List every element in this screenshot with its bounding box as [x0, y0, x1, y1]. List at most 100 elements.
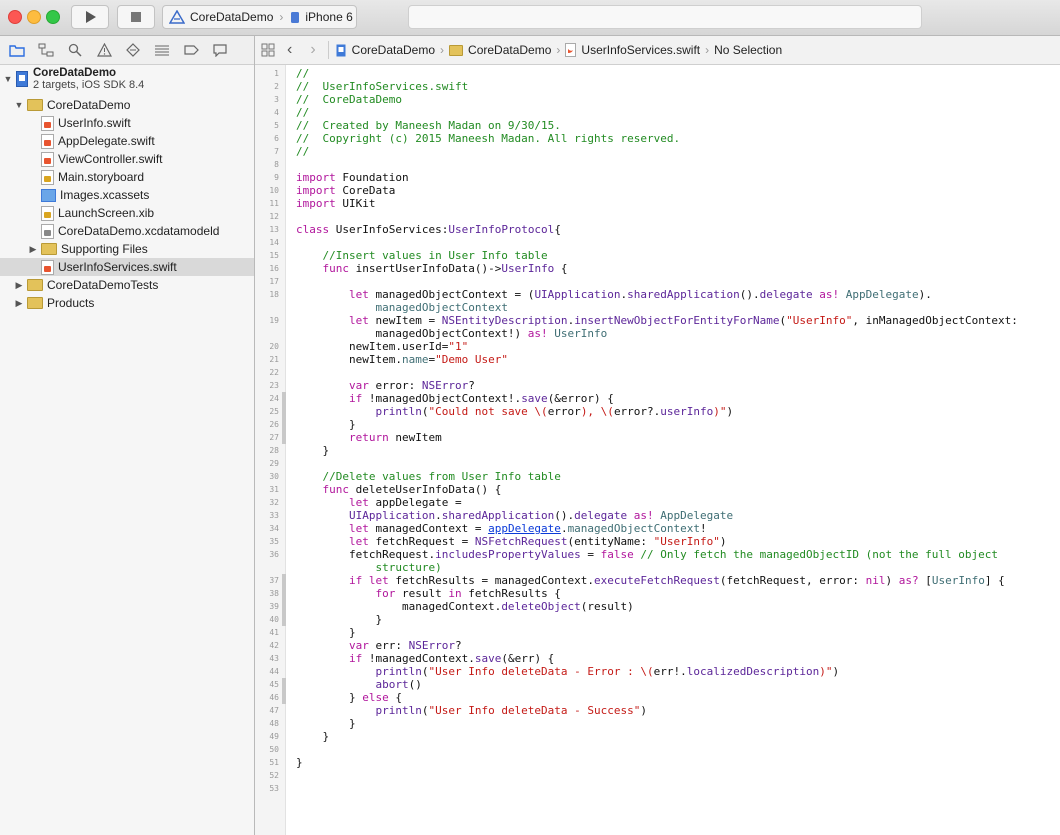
tree-item-appdelegate-swift[interactable]: AppDelegate.swift: [0, 132, 254, 150]
stop-button[interactable]: [117, 5, 155, 29]
code-line: } else {: [296, 691, 402, 704]
crumb-project[interactable]: CoreDataDemo: [352, 43, 435, 57]
line-number: 20: [269, 342, 279, 351]
line-number: 6: [274, 134, 279, 143]
line-number: 27: [269, 433, 279, 442]
line-number: 16: [269, 264, 279, 273]
forward-arrow-icon[interactable]: ›: [310, 41, 315, 59]
crumb-file[interactable]: UserInfoServices.swift: [581, 43, 700, 57]
tree-item-supporting-files[interactable]: ▶ Supporting Files: [0, 240, 254, 258]
line-number: 32: [269, 498, 279, 507]
tree-item-userinfo-swift[interactable]: UserInfo.swift: [0, 114, 254, 132]
code-line: }: [296, 717, 356, 730]
line-number: 11: [269, 199, 279, 208]
line-number: 24: [269, 394, 279, 403]
swift-file-icon: [41, 133, 54, 149]
code-line: //Delete values from User Info table: [322, 470, 561, 483]
tree-item-products[interactable]: ▶ Products: [0, 294, 254, 312]
code-line: class UserInfoServices:UserInfoProtocol{: [296, 223, 561, 236]
line-number: 30: [269, 472, 279, 481]
tree-item-label: AppDelegate.swift: [58, 134, 155, 148]
warning-icon[interactable]: [95, 41, 113, 59]
code-line: fetchRequest.includesPropertyValues = fa…: [296, 548, 999, 561]
disclosure-closed-icon[interactable]: ▶: [14, 298, 24, 309]
tree-item-launchscreen-xib[interactable]: LaunchScreen.xib: [0, 204, 254, 222]
line-number: 14: [269, 238, 279, 247]
tree-item-label: UserInfoServices.swift: [58, 260, 177, 274]
xib-file-icon: [41, 205, 54, 221]
breakpoint-icon[interactable]: [182, 41, 200, 59]
line-number: 46: [269, 693, 279, 702]
tree-item-label: Main.storyboard: [58, 170, 145, 184]
back-arrow-icon[interactable]: ‹: [287, 41, 292, 59]
line-number: 12: [269, 212, 279, 221]
disclosure-closed-icon[interactable]: ▶: [14, 280, 24, 291]
line-number: 29: [269, 459, 279, 468]
tree-item-viewcontroller-swift[interactable]: ViewController.swift: [0, 150, 254, 168]
source-editor[interactable]: //// UserInfoServices.swift// CoreDataDe…: [286, 65, 1060, 835]
line-number-gutter: 1 2 3 4 5 6 7 8 9 10 11 12 13 14 15 16 17 18 19 20 21 22 23 24 2…: [255, 65, 286, 835]
code-line: let newItem = NSEntityDescription.insert…: [348, 314, 1018, 327]
zoom-window-button[interactable]: [46, 10, 60, 24]
tree-item-userinfoservices-swift[interactable]: UserInfoServices.swift: [0, 258, 254, 276]
project-subtitle: 2 targets, iOS SDK 8.4: [33, 79, 145, 91]
scheme-selector[interactable]: CoreDataDemo › iPhone 6: [162, 5, 357, 29]
search-icon[interactable]: [66, 41, 84, 59]
line-number: 40: [269, 615, 279, 624]
tree-item-coredatademotests[interactable]: ▶ CoreDataDemoTests: [0, 276, 254, 294]
crumb-group[interactable]: CoreDataDemo: [468, 43, 551, 57]
disclosure-open-icon[interactable]: ▼: [3, 74, 13, 84]
chevron-right-icon: ›: [279, 10, 284, 24]
tree-item-label: Images.xcassets: [60, 188, 150, 202]
chevron-right-icon: ›: [556, 43, 561, 57]
folder-icon[interactable]: [8, 41, 26, 59]
tree-item-label: Products: [47, 296, 95, 310]
line-number: 25: [269, 407, 279, 416]
code-line: // Copyright (c) 2015 Maneesh Madan. All…: [296, 132, 681, 145]
debug-icon[interactable]: [153, 41, 171, 59]
test-icon[interactable]: [124, 41, 142, 59]
line-number: 34: [269, 524, 279, 533]
tree-item-label: LaunchScreen.xib: [58, 206, 155, 220]
code-line: let fetchRequest = NSFetchRequest(entity…: [348, 535, 727, 548]
line-number: 48: [269, 719, 279, 728]
line-number: 42: [269, 641, 279, 650]
project-root-row[interactable]: ▼ CoreDataDemo 2 targets, iOS SDK 8.4: [0, 67, 254, 95]
close-window-button[interactable]: [8, 10, 22, 24]
swift-file-icon: [565, 43, 577, 57]
tree-item-label: UserInfo.swift: [58, 116, 131, 130]
line-number: 22: [269, 368, 279, 377]
tree-item-images-xcassets[interactable]: Images.xcassets: [0, 186, 254, 204]
run-button[interactable]: [71, 5, 109, 29]
folder-icon: [27, 279, 43, 291]
minimize-window-button[interactable]: [27, 10, 41, 24]
code-line: let appDelegate =: [348, 496, 462, 509]
symbol-icon[interactable]: [37, 41, 55, 59]
jump-bar: ‹ › CoreDataDemo › CoreDataDemo › UserIn…: [255, 36, 1060, 65]
code-line: managedContext.deleteObject(result): [296, 600, 634, 613]
iphone-icon: [291, 11, 300, 23]
code-line: println("Could not save \(error), \(erro…: [375, 405, 734, 418]
tree-item-main-storyboard[interactable]: Main.storyboard: [0, 168, 254, 186]
log-icon[interactable]: [211, 41, 229, 59]
asset-catalog-icon: [41, 188, 56, 202]
related-items-icon[interactable]: [261, 43, 275, 57]
line-number: 37: [269, 576, 279, 585]
tree-item-coredatademo-xcdatamodeld[interactable]: CoreDataDemo.xcdatamodeld: [0, 222, 254, 240]
code-line: }: [296, 418, 356, 431]
code-line: import CoreData: [296, 184, 396, 197]
disclosure-open-icon[interactable]: ▼: [14, 100, 24, 110]
code-line: newItem.userId="1": [296, 340, 469, 353]
tree-item-coredatademo[interactable]: ▼ CoreDataDemo: [0, 96, 254, 114]
code-line: var err: NSError?: [348, 639, 462, 652]
tree-item-label: CoreDataDemo: [47, 98, 131, 112]
swift-file-icon: [41, 115, 54, 131]
code-line: for result in fetchResults {: [375, 587, 561, 600]
line-number: 31: [269, 485, 279, 494]
swift-file-icon: [41, 151, 54, 167]
crumb-selection[interactable]: No Selection: [714, 43, 782, 57]
storyboard-file-icon: [41, 169, 54, 185]
code-line: import UIKit: [296, 197, 376, 210]
line-number: 10: [269, 186, 279, 195]
disclosure-closed-icon[interactable]: ▶: [28, 244, 38, 255]
